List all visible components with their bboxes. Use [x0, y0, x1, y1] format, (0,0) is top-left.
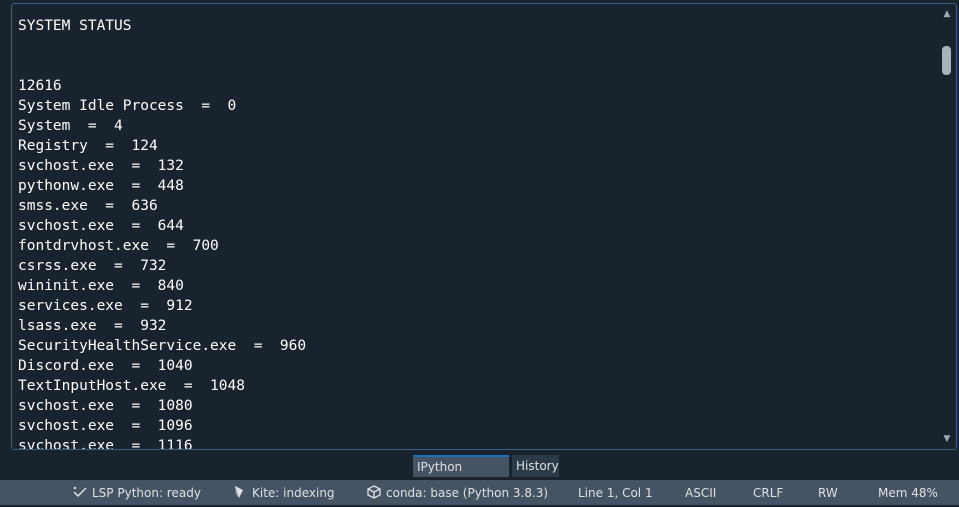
console-text[interactable]: SYSTEM STATUS 12616 System Idle Process = …	[18, 16, 936, 450]
scroll-down-arrow-icon[interactable]: ▼	[940, 433, 954, 445]
console-line: svchost.exe = 644	[18, 218, 184, 234]
console-line: System = 4	[18, 118, 123, 134]
vertical-scrollbar[interactable]: ▲ ▼	[940, 8, 954, 445]
console-line: csrss.exe = 732	[18, 258, 167, 274]
console-line: SecurityHealthService.exe = 960	[18, 338, 307, 354]
console-line: smss.exe = 636	[18, 198, 158, 214]
file-permissions: RW	[818, 486, 838, 500]
console-line: svchost.exe = 132	[18, 158, 184, 174]
conda-status-text: conda: base (Python 3.8.3)	[386, 486, 549, 500]
console-line: svchost.exe = 1116	[18, 438, 193, 450]
memory-usage: Mem 48%	[878, 486, 938, 500]
lsp-icon	[72, 485, 88, 499]
console-line: svchost.exe = 1080	[18, 398, 193, 414]
conda-icon	[366, 485, 382, 499]
status-conda[interactable]: conda: base (Python 3.8.3)	[366, 480, 548, 505]
kite-icon	[232, 485, 248, 499]
console-line: System Idle Process = 0	[18, 98, 237, 114]
cursor-position: Line 1, Col 1	[578, 486, 653, 500]
console-line: 12616	[18, 78, 62, 94]
console-line: TextInputHost.exe = 1048	[18, 378, 245, 394]
status-lsp[interactable]: LSP Python: ready	[72, 480, 201, 505]
tab-ipython-console[interactable]: IPython console	[413, 455, 509, 494]
lsp-status-text: LSP Python: ready	[92, 486, 201, 500]
scrollbar-thumb[interactable]	[942, 46, 951, 75]
console-line: services.exe = 912	[18, 298, 193, 314]
bottom-pane-tabs: IPython console History	[0, 452, 959, 494]
status-bar: LSP Python: ready Kite: indexing conda: …	[0, 480, 959, 505]
tab-history[interactable]: History	[512, 455, 559, 477]
kite-status-text: Kite: indexing	[252, 486, 335, 500]
scroll-up-arrow-icon[interactable]: ▲	[940, 8, 954, 20]
ipython-console-output[interactable]: SYSTEM STATUS 12616 System Idle Process = …	[11, 3, 957, 450]
console-line: pythonw.exe = 448	[18, 178, 184, 194]
file-encoding: ASCII	[685, 486, 717, 500]
console-line: wininit.exe = 840	[18, 278, 184, 294]
console-line: svchost.exe = 1096	[18, 418, 193, 434]
console-line: lsass.exe = 932	[18, 318, 167, 334]
console-line: Discord.exe = 1040	[18, 358, 193, 374]
console-line: SYSTEM STATUS	[18, 18, 132, 34]
line-endings: CRLF	[753, 486, 784, 500]
console-line: Registry = 124	[18, 138, 158, 154]
console-line: fontdrvhost.exe = 700	[18, 238, 219, 254]
status-kite[interactable]: Kite: indexing	[232, 480, 335, 505]
